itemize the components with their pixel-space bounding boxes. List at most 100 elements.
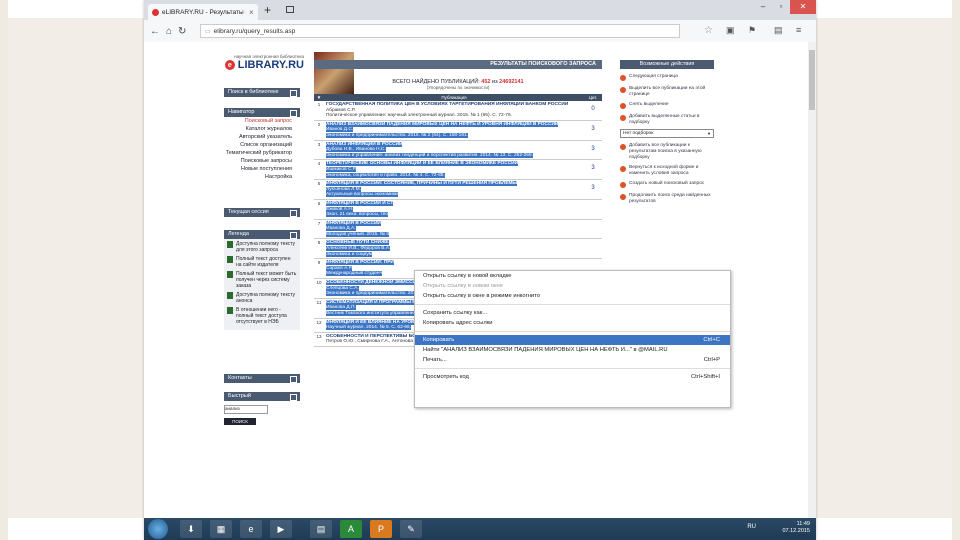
action-item[interactable]: Снять выделение (620, 102, 714, 110)
context-menu-item[interactable]: Открыть ссылку в новом окне (415, 281, 730, 291)
result-number[interactable]: 2 (314, 121, 324, 140)
context-menu-item[interactable]: Печать... Ctrl+P (415, 355, 730, 365)
action-item[interactable]: Продолжить поиск среди найденных результ… (620, 193, 714, 204)
action-item[interactable]: Выделить все публикации на этой странице (620, 86, 714, 97)
quick-search-button[interactable]: ПОИСК (224, 418, 256, 425)
result-cited[interactable] (584, 239, 602, 258)
result-number[interactable]: 5 (314, 180, 324, 199)
tab-overview-icon[interactable] (286, 6, 294, 13)
reader-icon[interactable]: ▤ (774, 25, 783, 36)
nav-menu-item[interactable]: Поисковые запросы (224, 157, 300, 165)
context-menu-item[interactable]: Просмотреть код Ctrl+Shift+I (415, 372, 730, 382)
result-cited[interactable]: 3 (584, 121, 602, 140)
context-menu-item[interactable]: Копировать Ctrl+C (415, 335, 730, 345)
taskbar-ie-icon[interactable]: e (240, 520, 262, 538)
slide-right-stripe (952, 0, 960, 540)
col-cited[interactable]: Цит. (584, 94, 602, 101)
action-item[interactable]: Вернуться к исходной форме и изменить ус… (620, 165, 714, 176)
back-icon[interactable]: ← (150, 26, 160, 37)
maximize-button[interactable]: ▫ (772, 0, 790, 14)
result-title[interactable]: ИНФЛЯЦИЯ В РОССИИ: ПРИ (326, 260, 394, 266)
result-title[interactable]: ОСНОВНЫЕ ПУТИ СНИЖЕ (326, 240, 389, 246)
nav-menu-item[interactable]: Новые поступления (224, 165, 300, 173)
nav-menu-item[interactable]: Тематический рубрикатор (224, 149, 300, 157)
quick-search-input[interactable]: анализ (224, 405, 268, 414)
language-indicator[interactable]: RU (747, 524, 756, 530)
session-header[interactable]: Текущая сессия (224, 208, 300, 217)
col-publication[interactable]: Публикация (324, 94, 584, 101)
result-source: Экономика, социология и право. 2014. № 4… (326, 172, 445, 178)
browser-tab[interactable]: eLIBRARY.RU - Результаты поис × (148, 4, 258, 20)
action-item[interactable]: Добавить все публикации к результатам по… (620, 143, 714, 160)
minimize-button[interactable]: – (754, 0, 772, 14)
reload-icon[interactable]: ↻ (178, 26, 186, 37)
sort-icon[interactable]: ▼ (314, 94, 324, 101)
result-title[interactable]: АНАЛИЗ ИНФЛЯЦИИ В РОССИИ (326, 141, 403, 147)
result-title[interactable]: ГОСУДАРСТВЕННАЯ ПОЛИТИКА ЦЕН В УСЛОВИЯХ … (326, 102, 568, 107)
collection-select[interactable]: Нет подборок (620, 129, 714, 139)
context-menu-item[interactable]: Открыть ссылку в новой вкладке (415, 271, 730, 281)
result-number[interactable]: 9 (314, 259, 324, 278)
close-tab-icon[interactable]: × (249, 8, 254, 17)
taskbar-doc-icon[interactable]: ▤ (310, 520, 332, 538)
result-number[interactable]: 6 (314, 200, 324, 219)
result-number[interactable]: 11 (314, 299, 324, 318)
nav-menu-item[interactable]: Поисковый запрос (224, 117, 300, 125)
taskbar-powerpoint-icon[interactable]: P (370, 520, 392, 538)
taskbar-app-red-icon[interactable]: ⬇ (180, 520, 202, 538)
result-title[interactable]: ИНФЛЯЦИЯ В РОССИИ И СТ (326, 200, 394, 206)
result-cited[interactable]: 0 (584, 101, 602, 120)
search-header[interactable]: Поиск в библиотеке (224, 88, 300, 97)
taskbar-media-icon[interactable]: ▶ (270, 520, 292, 538)
context-menu-item[interactable]: Сохранить ссылку как... (415, 308, 730, 318)
result-number[interactable]: 13 (314, 333, 324, 346)
contacts-header[interactable]: Контакты (224, 374, 300, 383)
start-button[interactable] (148, 519, 168, 539)
taskbar-explorer-icon[interactable]: ▦ (210, 520, 232, 538)
result-number[interactable]: 12 (314, 319, 324, 332)
quick-search-box: Быстрый анализ ПОИСК (224, 392, 300, 425)
context-menu-item[interactable]: Открыть ссылку в окне в режиме инкогнито (415, 291, 730, 301)
context-menu-item[interactable]: Копировать адрес ссылки (415, 318, 730, 328)
address-bar[interactable]: ▭ elibrary.ru/query_results.asp (200, 24, 680, 38)
taskbar-paint-icon[interactable]: ✎ (400, 520, 422, 538)
result-cited[interactable] (584, 200, 602, 219)
result-cited[interactable]: 3 (584, 160, 602, 179)
result-number[interactable]: 8 (314, 239, 324, 258)
bookmark-star-icon[interactable]: ☆ (704, 25, 713, 36)
result-number[interactable]: 7 (314, 220, 324, 239)
new-tab-button[interactable]: + (264, 3, 271, 17)
result-title[interactable]: ИНФЛЯЦИЯ В РОССИИ (326, 220, 381, 226)
result-cited[interactable] (584, 220, 602, 239)
clock[interactable]: 11:49 07.12.2015 (782, 521, 810, 535)
legend-header[interactable]: Легенда (224, 230, 300, 239)
result-number[interactable]: 4 (314, 160, 324, 179)
scrollbar-thumb[interactable] (809, 50, 815, 110)
action-item[interactable]: Следующая страница (620, 74, 714, 81)
close-window-button[interactable]: ✕ (790, 0, 816, 14)
quick-search-header[interactable]: Быстрый (224, 392, 300, 401)
result-title[interactable]: АНАЛИЗ ВЗАИМОСВЯЗИ ПАДЕНИЯ МИРОВЫХ ЦЕН Н… (326, 121, 559, 127)
result-number[interactable]: 3 (314, 141, 324, 160)
home-icon[interactable]: ⌂ (166, 26, 172, 37)
navigator-header[interactable]: Навигатор (224, 108, 300, 117)
result-number[interactable]: 10 (314, 279, 324, 298)
result-cited[interactable]: 3 (584, 180, 602, 199)
nav-menu-item[interactable]: Настройка (224, 173, 300, 181)
nav-menu-item[interactable]: Авторский указатель (224, 133, 300, 141)
result-title[interactable]: ИНФЛЯЦИЯ В РОССИИ: СОСТОЯНИЕ, ПРИЧИНЫ И … (326, 181, 518, 187)
action-item[interactable]: Создать новый поисковый запрос (620, 181, 714, 189)
context-menu-item[interactable]: Найти "АНАЛИЗ ВЗАИМОСВЯЗИ ПАДЕНИЯ МИРОВЫ… (415, 345, 730, 355)
nav-menu-item[interactable]: Список организаций (224, 141, 300, 149)
taskbar-a-icon[interactable]: A (340, 520, 362, 538)
result-cited[interactable]: 3 (584, 141, 602, 160)
extension-icon[interactable]: ▣ (726, 25, 735, 36)
flag-icon[interactable]: ⚑ (748, 25, 756, 36)
nav-menu-item[interactable]: Каталог журналов (224, 125, 300, 133)
page-scrollbar[interactable] (808, 42, 816, 520)
result-title[interactable]: ТЕОРЕТИЧЕСКИЕ ОСНОВЫ ИНФЛЯЦИИ И ЕЁ ВЛИЯН… (326, 161, 519, 167)
result-number[interactable]: 1 (314, 101, 324, 120)
site-logo[interactable]: научная электронная библиотека e LIBRARY.… (224, 54, 304, 84)
menu-icon[interactable]: ≡ (796, 25, 801, 35)
action-item[interactable]: Добавить выделенные статьи в подборку (620, 114, 714, 125)
